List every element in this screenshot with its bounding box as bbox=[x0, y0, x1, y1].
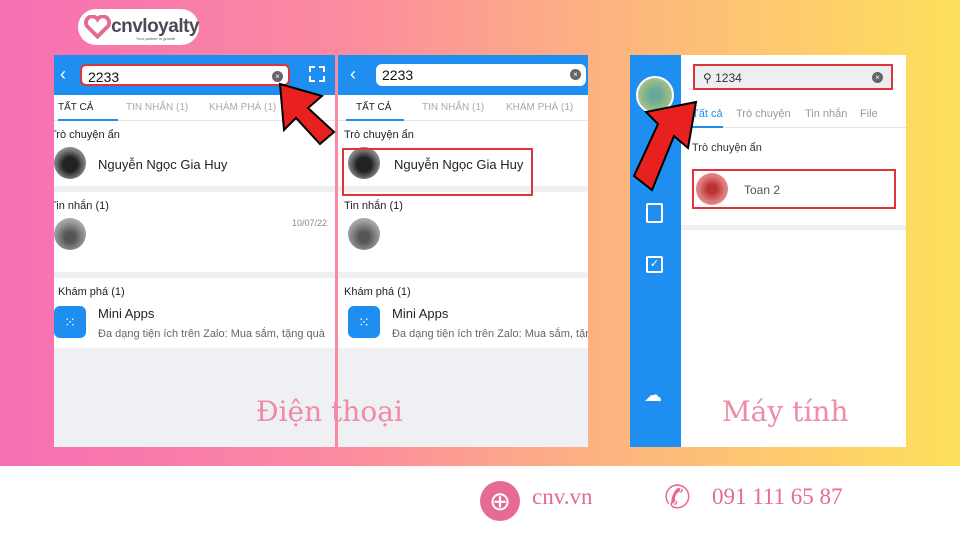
footer-website[interactable]: cnv.vn bbox=[532, 484, 592, 510]
heart-icon bbox=[84, 15, 112, 39]
tab-messages[interactable]: Tin nhắn bbox=[805, 108, 847, 120]
tab-all[interactable]: TẤT CẢ bbox=[346, 95, 404, 121]
search-value: 1234 bbox=[715, 71, 742, 85]
mini-apps-row[interactable]: ⁙ Mini Apps Đa dạng tiện ích trên Zalo: Mu… bbox=[348, 298, 588, 343]
mini-apps-icon: ⁙ bbox=[348, 306, 380, 338]
mini-apps-title: Mini Apps bbox=[98, 306, 155, 321]
globe-icon: ⊕ bbox=[480, 481, 520, 521]
qr-scan-icon[interactable] bbox=[309, 66, 325, 82]
clear-icon[interactable]: × bbox=[272, 71, 283, 82]
mini-apps-row[interactable]: ⁙ Mini Apps Đa dạng tiện ích trên Zalo: Mu… bbox=[54, 298, 335, 343]
search-input[interactable]: 2233 × bbox=[376, 64, 586, 86]
mini-apps-icon: ⁙ bbox=[54, 306, 86, 338]
search-value: 2233 bbox=[382, 67, 414, 83]
avatar bbox=[696, 173, 728, 205]
phone-screen-2: ‹ 2233 × TẤT CẢ TIN NHẮN (1) KHÁM PHÁ (1) T… bbox=[338, 55, 588, 447]
section-title: Trò chuyện ẩn bbox=[692, 142, 762, 154]
desktop-search-input[interactable]: ⚲ 1234 × bbox=[693, 64, 893, 90]
contact-row[interactable]: Nguyễn Ngọc Gia Huy bbox=[54, 141, 335, 186]
footer-phone[interactable]: 091 111 65 87 bbox=[712, 484, 843, 510]
clear-icon[interactable]: × bbox=[872, 72, 883, 83]
mini-apps-desc: Đa dạng tiện ích trên Zalo: Mua sắm, tặn… bbox=[98, 328, 325, 340]
mini-apps-desc: Đa dạng tiện ích trên Zalo: Mua sắm, tặn… bbox=[392, 328, 588, 340]
avatar bbox=[348, 218, 380, 250]
brand-tagline: Your partner in growth bbox=[136, 36, 176, 41]
clear-icon[interactable]: × bbox=[570, 69, 581, 80]
arrow-icon bbox=[632, 100, 698, 192]
tab-explore[interactable]: KHÁM PHÁ (1) bbox=[209, 95, 276, 113]
avatar bbox=[54, 147, 86, 179]
section-title: Trò chuyện ẩn bbox=[344, 129, 414, 141]
cloud-icon[interactable]: ☁ bbox=[644, 385, 662, 406]
arrow-icon bbox=[278, 82, 336, 146]
contact-name: Toan 2 bbox=[744, 183, 781, 197]
section-title: Tin nhắn (1) bbox=[54, 200, 109, 212]
section-title: Khám phá (1) bbox=[58, 286, 125, 298]
message-row[interactable]: 10/07/22 bbox=[54, 212, 335, 272]
search-icon: ⚲ bbox=[703, 71, 716, 85]
caption-phone: Điện thoại bbox=[256, 395, 403, 428]
tab-explore[interactable]: KHÁM PHÁ (1) bbox=[506, 95, 573, 113]
search-value: 2233 bbox=[88, 69, 120, 85]
avatar bbox=[54, 218, 86, 250]
brand-name: cnvloyalty bbox=[111, 16, 199, 37]
tab-all[interactable]: TẤT CẢ bbox=[58, 95, 118, 121]
divider bbox=[681, 225, 906, 230]
message-date: 10/07/22 bbox=[291, 218, 327, 228]
brand-logo: cnvloyalty Your partner in growth bbox=[78, 9, 199, 45]
tab-chats[interactable]: Trò chuyện bbox=[736, 108, 791, 120]
section-title: Khám phá (1) bbox=[344, 286, 411, 298]
tab-messages[interactable]: TIN NHẮN (1) bbox=[126, 95, 188, 113]
back-icon[interactable]: ‹ bbox=[350, 64, 356, 85]
contact-row[interactable]: Toan 2 bbox=[692, 169, 896, 209]
back-icon[interactable]: ‹ bbox=[60, 64, 66, 85]
search-input[interactable]: 2233 × bbox=[80, 64, 290, 86]
phone-icon: ✆ bbox=[664, 479, 691, 515]
tab-files[interactable]: File bbox=[860, 108, 878, 120]
tab-messages[interactable]: TIN NHẮN (1) bbox=[422, 95, 484, 113]
todo-icon[interactable]: ✓ bbox=[646, 256, 663, 273]
message-row[interactable] bbox=[348, 212, 588, 272]
highlight-box bbox=[342, 148, 533, 196]
caption-desktop: Máy tính bbox=[722, 395, 849, 428]
contacts-icon[interactable] bbox=[646, 203, 663, 223]
contact-name: Nguyễn Ngọc Gia Huy bbox=[98, 157, 228, 172]
mini-apps-title: Mini Apps bbox=[392, 306, 449, 321]
